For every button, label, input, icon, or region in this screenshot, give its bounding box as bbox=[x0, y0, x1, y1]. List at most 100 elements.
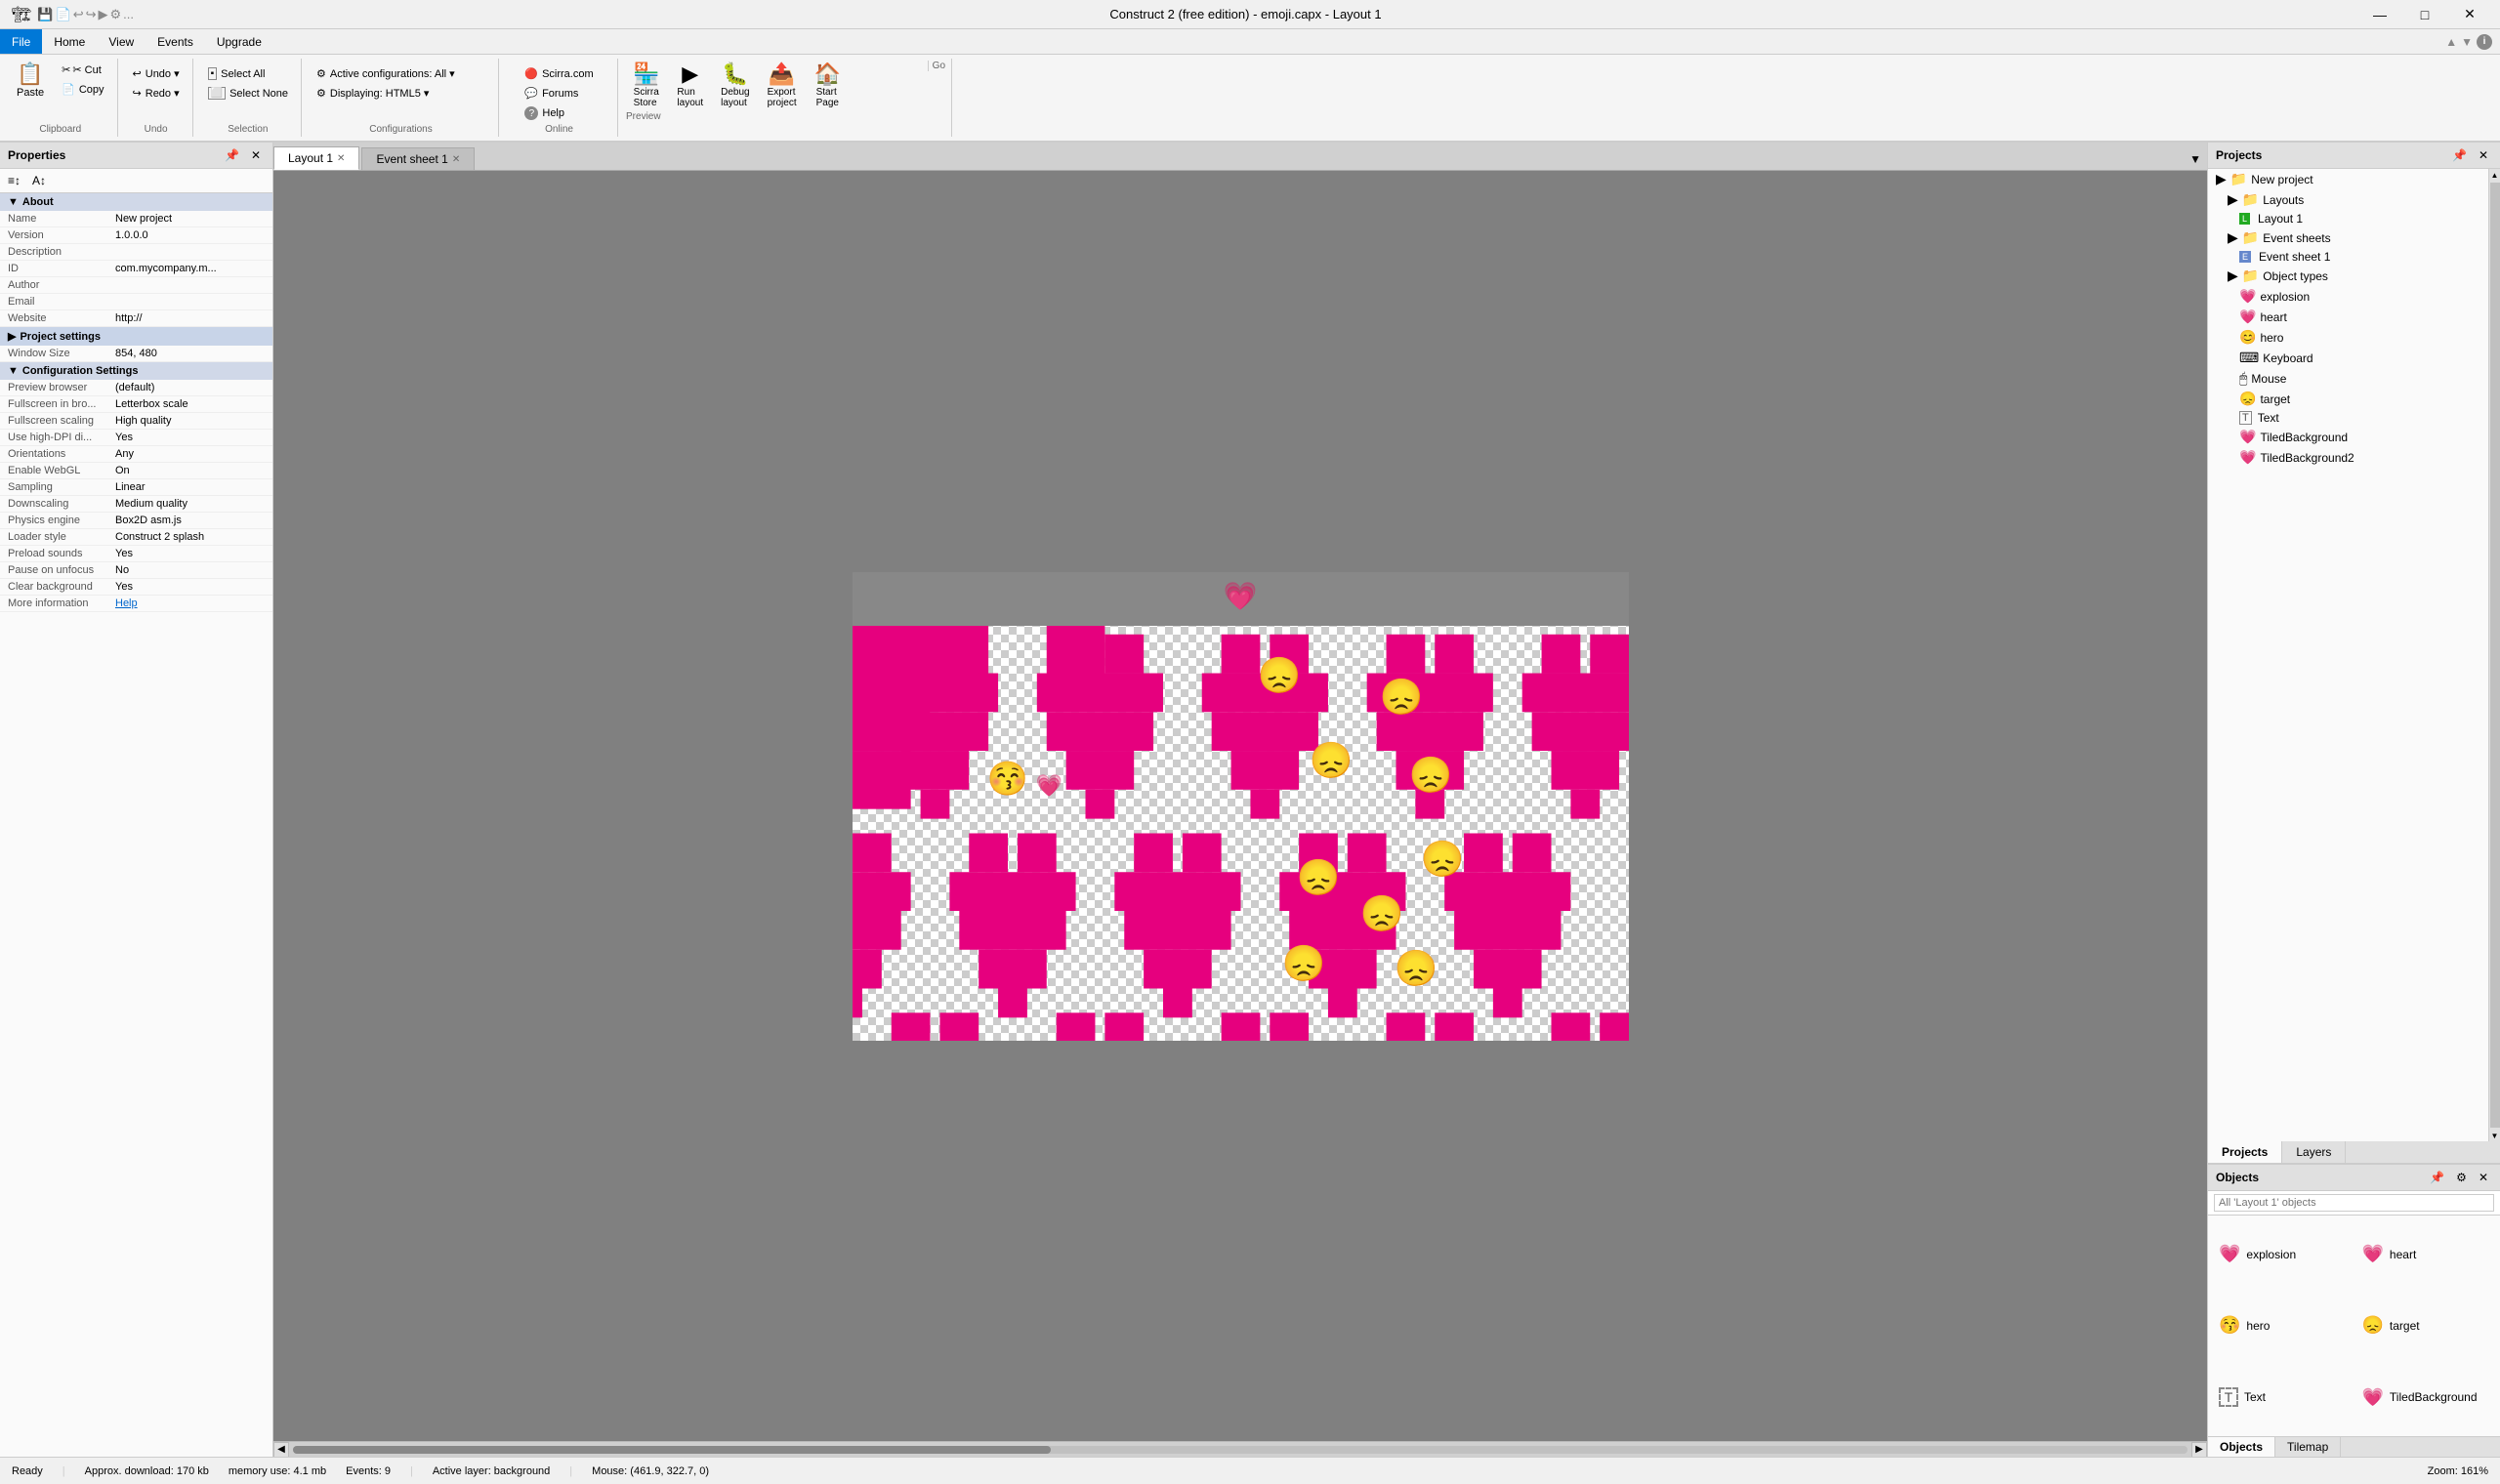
tree-layouts[interactable]: ▶ 📁 Layouts bbox=[2208, 189, 2488, 210]
menu-file[interactable]: File bbox=[0, 29, 42, 54]
tab-eventsheet1[interactable]: Event sheet 1 ✕ bbox=[361, 147, 475, 170]
properties-close-button[interactable]: ✕ bbox=[247, 146, 265, 164]
obj-explosion[interactable]: 💗 explosion bbox=[2212, 1219, 2354, 1289]
close-button[interactable]: ✕ bbox=[2447, 0, 2492, 29]
sort-category-button[interactable]: ≡↕ bbox=[4, 172, 24, 189]
objects-close-button[interactable]: ✕ bbox=[2475, 1169, 2492, 1186]
menu-view[interactable]: View bbox=[97, 29, 146, 54]
tab-close-event1[interactable]: ✕ bbox=[452, 154, 460, 165]
debug-layout-button[interactable]: 🐛 Debuglayout bbox=[714, 61, 756, 111]
objects-pin-button[interactable]: 📌 bbox=[2426, 1169, 2448, 1186]
tree-mouse[interactable]: 🖱 Mouse bbox=[2208, 368, 2488, 389]
properties-pin-button[interactable]: 📌 bbox=[221, 146, 243, 164]
canvas-container[interactable]: 💗 bbox=[853, 572, 1629, 1041]
hscrollbar-thumb[interactable] bbox=[293, 1446, 1051, 1454]
tree-explosion[interactable]: 💗 explosion bbox=[2208, 286, 2488, 307]
emoji-target-6[interactable]: 😞 bbox=[1421, 842, 1465, 877]
tree-layout1[interactable]: L Layout 1 bbox=[2208, 210, 2488, 227]
undo-button[interactable]: ↩ Undo ▾ bbox=[126, 64, 187, 83]
minimize-button[interactable]: — bbox=[2357, 0, 2402, 29]
undo-icon: ↩ bbox=[133, 67, 142, 80]
export-project-button[interactable]: 📤 Exportproject bbox=[761, 61, 804, 111]
select-none-button[interactable]: ⬜ Select None bbox=[201, 84, 295, 103]
about-section-header[interactable]: ▼ About bbox=[0, 193, 272, 211]
tab-tilemap[interactable]: Tilemap bbox=[2275, 1437, 2341, 1457]
emoji-target-7[interactable]: 😞 bbox=[1360, 896, 1404, 931]
tab-projects[interactable]: Projects bbox=[2208, 1141, 2282, 1163]
heart-obj-icon: 💗 bbox=[2362, 1244, 2384, 1264]
paste-button[interactable]: 📋 Paste bbox=[10, 61, 51, 102]
tree-event-sheets[interactable]: ▶ 📁 Event sheets bbox=[2208, 227, 2488, 248]
emoji-target-4[interactable]: 😞 bbox=[1409, 758, 1453, 793]
tree-target[interactable]: 😞 target bbox=[2208, 389, 2488, 409]
copy-button[interactable]: 📄 Copy bbox=[55, 80, 110, 99]
tree-tiledbg2[interactable]: 💗 TiledBackground2 bbox=[2208, 447, 2488, 468]
tree-tiledbg[interactable]: 💗 TiledBackground bbox=[2208, 427, 2488, 447]
vscroll-up-btn[interactable]: ▲ bbox=[2489, 169, 2500, 181]
emoji-target-2[interactable]: 😞 bbox=[1380, 680, 1424, 715]
tab-objects[interactable]: Objects bbox=[2208, 1437, 2275, 1457]
statusbar: Ready | Approx. download: 170 kb memory … bbox=[0, 1457, 2500, 1484]
tab-close-layout1[interactable]: ✕ bbox=[337, 153, 345, 164]
tree-event-sheet1[interactable]: E Event sheet 1 bbox=[2208, 248, 2488, 266]
project-settings-header[interactable]: ▶ Project settings bbox=[0, 327, 272, 346]
emoji-target-5[interactable]: 😞 bbox=[1297, 860, 1341, 895]
start-page-button[interactable]: 🏠 StartPage bbox=[808, 61, 848, 111]
titlebar: 🏗 💾 📄 ↩ ↪ ▶ ⚙ ... Construct 2 (free edit… bbox=[0, 0, 2500, 29]
tree-heart[interactable]: 💗 heart bbox=[2208, 307, 2488, 327]
obj-text[interactable]: T Text bbox=[2212, 1363, 2354, 1432]
sort-alpha-button[interactable]: A↕ bbox=[28, 172, 50, 189]
emoji-target-9[interactable]: 😞 bbox=[1395, 951, 1438, 986]
canvas-scroll[interactable]: 💗 bbox=[273, 171, 2207, 1441]
obj-heart[interactable]: 💗 heart bbox=[2355, 1219, 2497, 1289]
emoji-target-8[interactable]: 😞 bbox=[1282, 946, 1326, 981]
objects-settings-button[interactable]: ⚙ bbox=[2452, 1169, 2471, 1186]
displaying-button[interactable]: ⚙ Displaying: HTML5 ▾ bbox=[310, 84, 492, 103]
select-all-button[interactable]: ▪ Select All bbox=[201, 64, 295, 83]
paste-icon: 📋 bbox=[17, 63, 43, 85]
emoji-heart-1[interactable]: 💗 bbox=[1036, 775, 1062, 797]
help-link[interactable]: Help bbox=[115, 598, 265, 609]
obj-tiledbg[interactable]: 💗 TiledBackground bbox=[2355, 1363, 2497, 1432]
menu-events[interactable]: Events bbox=[146, 29, 205, 54]
tree-hero[interactable]: 😊 hero bbox=[2208, 327, 2488, 348]
scroll-left-btn[interactable]: ◀ bbox=[273, 1442, 289, 1458]
active-config-button[interactable]: ⚙ Active configurations: All ▾ bbox=[310, 64, 492, 83]
config-settings-header[interactable]: ▼ Configuration Settings bbox=[0, 362, 272, 380]
obj-target[interactable]: 😞 target bbox=[2355, 1291, 2497, 1360]
redo-button[interactable]: ↪ Redo ▾ bbox=[126, 84, 187, 103]
tree-text[interactable]: T Text bbox=[2208, 409, 2488, 427]
projects-close-button[interactable]: ✕ bbox=[2475, 146, 2492, 164]
hscrollbar-track[interactable] bbox=[293, 1446, 2188, 1454]
emoji-target-1[interactable]: 😞 bbox=[1258, 658, 1302, 693]
projects-pin-button[interactable]: 📌 bbox=[2448, 146, 2471, 164]
canvas-hscroll[interactable]: ◀ ▶ bbox=[273, 1441, 2207, 1457]
run-layout-button[interactable]: ▶ Runlayout bbox=[670, 61, 710, 111]
tab-layout1[interactable]: Layout 1 ✕ bbox=[273, 146, 359, 170]
objects-search-input[interactable] bbox=[2214, 1194, 2494, 1212]
tree-object-types[interactable]: ▶ 📁 Object types bbox=[2208, 266, 2488, 286]
tree-keyboard[interactable]: ⌨ Keyboard bbox=[2208, 348, 2488, 368]
tab-layers[interactable]: Layers bbox=[2282, 1141, 2346, 1163]
obj-hero[interactable]: 😚 hero bbox=[2212, 1291, 2354, 1360]
scirra-button[interactable]: 🔴 Scirra.com bbox=[518, 64, 600, 83]
menu-upgrade[interactable]: Upgrade bbox=[205, 29, 273, 54]
help-ribbon-button[interactable]: ? Help bbox=[518, 103, 600, 123]
prop-row-sampling: Sampling Linear bbox=[0, 479, 272, 496]
maximize-button[interactable]: □ bbox=[2402, 0, 2447, 29]
emoji-hero-1[interactable]: 😚 bbox=[987, 763, 1028, 796]
properties-header: Properties 📌 ✕ bbox=[0, 143, 272, 169]
scirra-store-button[interactable]: 🏪 ScirraStore bbox=[626, 61, 666, 111]
debug-icon: 🐛 bbox=[722, 63, 748, 85]
ribbon-configurations-group: ⚙ Active configurations: All ▾ ⚙ Display… bbox=[304, 59, 499, 137]
scroll-right-btn[interactable]: ▶ bbox=[2191, 1442, 2207, 1458]
emoji-target-3[interactable]: 😞 bbox=[1310, 743, 1354, 778]
tab-menu-button[interactable]: ▼ bbox=[2186, 150, 2205, 168]
cut-button[interactable]: ✂ ✂ Cut bbox=[55, 61, 110, 79]
projects-vscroll[interactable]: ▲ ▼ bbox=[2488, 169, 2500, 1141]
menu-home[interactable]: Home bbox=[42, 29, 97, 54]
vscroll-down-btn[interactable]: ▼ bbox=[2489, 1130, 2500, 1141]
tree-new-project[interactable]: ▶ 📁 New project bbox=[2208, 169, 2488, 189]
forums-button[interactable]: 💬 Forums bbox=[518, 84, 600, 103]
vscroll-track[interactable] bbox=[2490, 183, 2500, 1128]
